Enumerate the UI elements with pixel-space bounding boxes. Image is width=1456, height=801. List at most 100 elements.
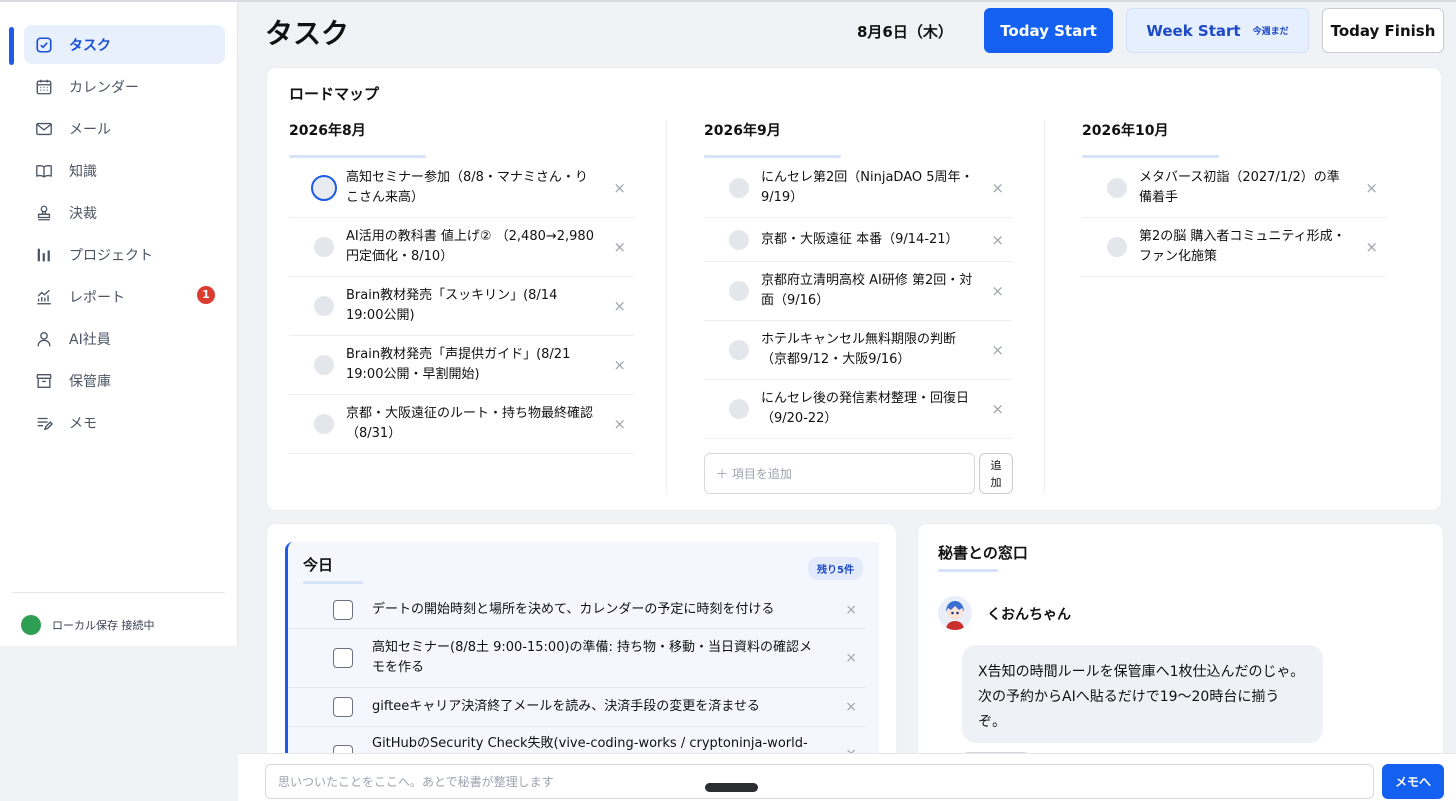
stamp-icon (34, 203, 54, 223)
memo-submit-button[interactable]: メモへ (1382, 764, 1444, 799)
task-text: デートの開始時刻と場所を決めて、カレンダーの予定に時刻を付ける (372, 601, 775, 617)
active-indicator (9, 27, 14, 65)
circle-icon[interactable] (729, 340, 749, 360)
close-icon[interactable]: × (991, 281, 1004, 301)
memo-input[interactable]: 思いついたことをここへ。あとで秘書が整理します (265, 764, 1374, 799)
close-icon[interactable]: × (991, 178, 1004, 198)
add-item-input[interactable]: ＋ 項目を追加 (704, 453, 975, 494)
close-icon[interactable]: × (613, 414, 626, 434)
secretary-name: くおんちゃん (987, 607, 1071, 623)
sidebar-item-label: AI社員 (69, 331, 111, 348)
roadmap-item-text: 京都・大阪遠征のルート・持ち物最終確認（8/31） (346, 406, 594, 441)
close-icon[interactable]: × (1365, 237, 1378, 257)
report-badge: 1 (197, 286, 215, 304)
sidebar-item-mail[interactable]: メール (24, 109, 225, 148)
close-icon[interactable]: × (613, 296, 626, 316)
memo-submit-label: メモへ (1394, 775, 1431, 789)
bar-chart-icon (34, 245, 54, 265)
sidebar-item-approval[interactable]: 決裁 (24, 193, 225, 232)
circle-icon[interactable] (729, 178, 749, 198)
roadmap-item[interactable]: 京都府立清明高校 AI研修 第2回・対面（9/16） × (704, 262, 1012, 321)
chat-bubble: X告知の時間ルールを保管庫へ1枚仕込んだのじゃ。次の予約からAIへ貼るだけで19… (962, 645, 1323, 743)
avatar (938, 596, 972, 630)
add-item-label: 追加 (990, 458, 1002, 489)
close-icon[interactable]: × (845, 600, 857, 620)
sidebar: タスク カレンダー メール 知識 決裁 プロジェクト レポート 1 AI社員 保… (0, 2, 238, 646)
sidebar-item-calendar[interactable]: カレンダー (24, 67, 225, 106)
sidebar-item-archive[interactable]: 保管庫 (24, 361, 225, 400)
calendar-icon (34, 77, 54, 97)
close-icon[interactable]: × (1365, 178, 1378, 198)
sidebar-item-knowledge[interactable]: 知識 (24, 151, 225, 190)
close-icon[interactable]: × (613, 237, 626, 257)
circle-icon[interactable] (1107, 178, 1127, 198)
roadmap-item[interactable]: 高知セミナー参加（8/8・マナミさん・りこさん来高） × (289, 159, 634, 218)
sidebar-item-project[interactable]: プロジェクト (24, 235, 225, 274)
circle-icon[interactable] (729, 281, 749, 301)
close-icon[interactable]: × (613, 355, 626, 375)
sidebar-item-memo[interactable]: メモ (24, 403, 225, 442)
roadmap-month-aug: 2026年8月 (289, 123, 366, 139)
close-icon[interactable]: × (845, 697, 857, 717)
close-icon[interactable]: × (991, 230, 1004, 250)
today-start-button[interactable]: Today Start (984, 8, 1113, 53)
selected-circle-icon[interactable] (311, 175, 337, 201)
roadmap-item-text: にんセレ後の発信素材整理・回復日（9/20-22） (761, 391, 970, 426)
roadmap-item-text: メタバース初詣（2027/1/2）の準備着手 (1139, 170, 1340, 205)
roadmap-item[interactable]: 京都・大阪遠征のルート・持ち物最終確認（8/31） × (289, 395, 634, 454)
task-checkbox[interactable] (333, 599, 353, 620)
close-icon[interactable]: × (991, 399, 1004, 419)
task-checkbox[interactable] (333, 648, 353, 668)
circle-icon[interactable] (314, 296, 334, 316)
sidebar-item-ai-staff[interactable]: AI社員 (24, 319, 225, 358)
task-row[interactable]: 高知セミナー(8/8土 9:00-15:00)の準備: 持ち物・移動・当日資料の… (288, 629, 865, 688)
circle-icon[interactable] (1107, 237, 1127, 257)
sidebar-item-label: カレンダー (69, 79, 139, 96)
circle-icon[interactable] (729, 229, 749, 250)
roadmap-item[interactable]: メタバース初詣（2027/1/2）の準備着手 × (1082, 159, 1386, 218)
roadmap-item[interactable]: Brain教材発売「スッキリン」(8/14 19:00公開) × (289, 277, 634, 336)
task-text: 高知セミナー(8/8土 9:00-15:00)の準備: 持ち物・移動・当日資料の… (372, 640, 813, 675)
roadmap-item-text: Brain教材発売「声提供ガイド」(8/21 19:00公開・早割開始) (346, 347, 571, 382)
task-row[interactable]: デートの開始時刻と場所を決めて、カレンダーの予定に時刻を付ける × (288, 591, 865, 629)
current-date: 8月6日（木） (857, 23, 953, 41)
roadmap-list-oct: メタバース初詣（2027/1/2）の準備着手 × 第2の脳 購入者コミュニティ形成… (1082, 159, 1386, 277)
roadmap-title: ロードマップ (289, 85, 380, 103)
sidebar-item-label: 保管庫 (69, 373, 111, 390)
column-divider (1044, 120, 1045, 493)
roadmap-item[interactable]: Brain教材発売「声提供ガイド」(8/21 19:00公開・早割開始) × (289, 336, 634, 395)
roadmap-item-text: 京都府立清明高校 AI研修 第2回・対面（9/16） (761, 273, 973, 308)
roadmap-item[interactable]: にんセレ第2回（NinjaDAO 5周年・9/19） × (704, 159, 1012, 218)
roadmap-item-text: 京都・大阪遠征 本番（9/14-21） (761, 231, 959, 247)
month-underline (1082, 155, 1219, 158)
today-finish-button[interactable]: Today Finish (1322, 8, 1444, 53)
drag-handle[interactable] (705, 783, 758, 792)
circle-icon[interactable] (729, 399, 749, 419)
roadmap-month-oct: 2026年10月 (1082, 123, 1169, 139)
task-checkbox[interactable] (333, 697, 353, 717)
add-item-button[interactable]: 追加 (979, 453, 1013, 494)
roadmap-item[interactable]: 京都・大阪遠征 本番（9/14-21） × (704, 218, 1012, 262)
memo-bar: 思いついたことをここへ。あとで秘書が整理します メモへ (238, 753, 1456, 801)
roadmap-month-sep: 2026年9月 (704, 123, 781, 139)
close-icon[interactable]: × (845, 648, 857, 668)
close-icon[interactable]: × (991, 340, 1004, 360)
circle-icon[interactable] (314, 414, 334, 434)
circle-icon[interactable] (314, 237, 334, 257)
roadmap-item[interactable]: AI活用の教科書 値上げ② （2,480→2,980円定価化・8/10） × (289, 218, 634, 277)
today-title: 今日 (303, 556, 334, 574)
status-dot-icon (21, 615, 41, 635)
today-start-label: Today Start (1000, 21, 1097, 40)
circle-icon[interactable] (314, 355, 334, 375)
close-icon[interactable]: × (613, 178, 626, 198)
roadmap-item-text: にんセレ第2回（NinjaDAO 5周年・9/19） (761, 170, 974, 205)
roadmap-item[interactable]: ホテルキャンセル無料期限の判断（京都9/12・大阪9/16） × (704, 321, 1012, 380)
roadmap-item[interactable]: にんセレ後の発信素材整理・回復日（9/20-22） × (704, 380, 1012, 439)
today-finish-label: Today Finish (1330, 21, 1436, 40)
week-start-button[interactable]: Week Start 今週まだ (1126, 8, 1309, 53)
sidebar-item-tasks[interactable]: タスク (24, 25, 225, 64)
roadmap-item[interactable]: 第2の脳 購入者コミュニティ形成・ファン化施策 × (1082, 218, 1386, 277)
task-row[interactable]: gifteeキャリア決済終了メールを読み、決済手段の変更を済ませる × (288, 688, 865, 727)
sidebar-item-report[interactable]: レポート 1 (24, 277, 225, 316)
check-square-icon (34, 35, 54, 55)
